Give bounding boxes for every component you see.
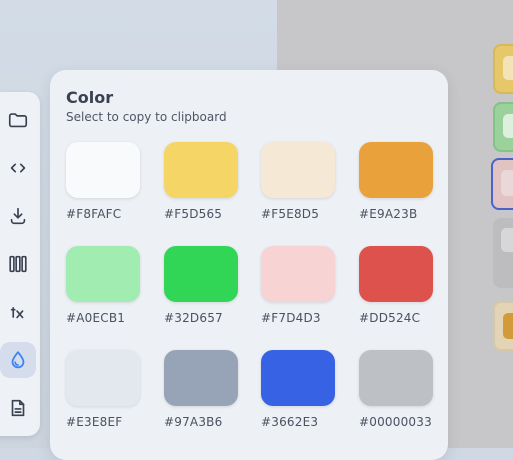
color-hex-label: #E9A23B [359,207,418,221]
color-swatch-item[interactable]: #3662E3 [261,350,351,429]
peek-card-chip [503,313,513,339]
color-hex-label: #F7D4D3 [261,311,321,325]
panel-subtitle: Select to copy to clipboard [66,110,227,124]
left-toolbar [0,92,40,436]
peek-card-chip [503,114,513,138]
columns-icon [9,255,27,273]
document-icon [11,399,25,417]
folder-button[interactable] [0,102,36,138]
color-swatch-item[interactable]: #00000033 [359,350,449,429]
color-hex-label: #F5D565 [164,207,223,221]
color-swatch[interactable] [66,350,140,406]
peek-card-chip [501,170,513,196]
color-swatch-item[interactable]: #97A3B6 [164,350,254,429]
color-swatch-item[interactable]: #F7D4D3 [261,246,351,325]
color-drop-icon [11,351,25,369]
peek-card-gray[interactable] [493,218,513,288]
code-icon [10,163,26,173]
color-hex-label: #F8FAFC [66,207,122,221]
color-swatch[interactable] [261,142,335,198]
color-swatch[interactable] [261,246,335,302]
download-button[interactable] [0,198,36,234]
color-swatch[interactable] [359,246,433,302]
download-icon [10,207,26,225]
color-swatch-item[interactable]: #F5E8D5 [261,142,351,221]
color-hex-label: #32D657 [164,311,223,325]
document-button[interactable] [0,390,36,426]
color-swatch[interactable] [66,246,140,302]
color-swatch[interactable] [164,350,238,406]
peek-card-chip [503,56,513,80]
peek-card-selected[interactable] [491,158,513,210]
color-swatch[interactable] [359,350,433,406]
panel-title: Color [66,88,114,107]
color-swatch[interactable] [164,142,238,198]
color-swatch-item[interactable]: #A0ECB1 [66,246,156,325]
color-panel: Color Select to copy to clipboard #F8FAF… [50,70,448,460]
code-button[interactable] [0,150,36,186]
clear-format-button[interactable] [0,294,36,330]
columns-button[interactable] [0,246,36,282]
clear-format-icon [10,307,24,319]
color-hex-label: #E3E8EF [66,415,123,429]
color-swatch[interactable] [164,246,238,302]
color-hex-label: #A0ECB1 [66,311,126,325]
color-hex-label: #F5E8D5 [261,207,320,221]
peek-card-chip [501,228,513,252]
folder-icon [8,113,28,128]
peek-card-orange[interactable] [493,301,513,351]
color-swatch-item[interactable]: #E3E8EF [66,350,156,429]
color-swatch-item[interactable]: #DD524C [359,246,449,325]
color-swatch-item[interactable]: #E9A23B [359,142,449,221]
peek-card-green[interactable] [493,102,513,152]
color-swatch[interactable] [359,142,433,198]
color-swatch-item[interactable]: #32D657 [164,246,254,325]
color-swatch[interactable] [66,142,140,198]
color-swatch[interactable] [261,350,335,406]
color-swatch-item[interactable]: #F8FAFC [66,142,156,221]
color-swatch-item[interactable]: #F5D565 [164,142,254,221]
color-hex-label: #00000033 [359,415,432,429]
color-hex-label: #97A3B6 [164,415,223,429]
peek-card-yellow[interactable] [493,44,513,94]
color-hex-label: #DD524C [359,311,421,325]
color-hex-label: #3662E3 [261,415,319,429]
color-button[interactable] [0,342,36,378]
